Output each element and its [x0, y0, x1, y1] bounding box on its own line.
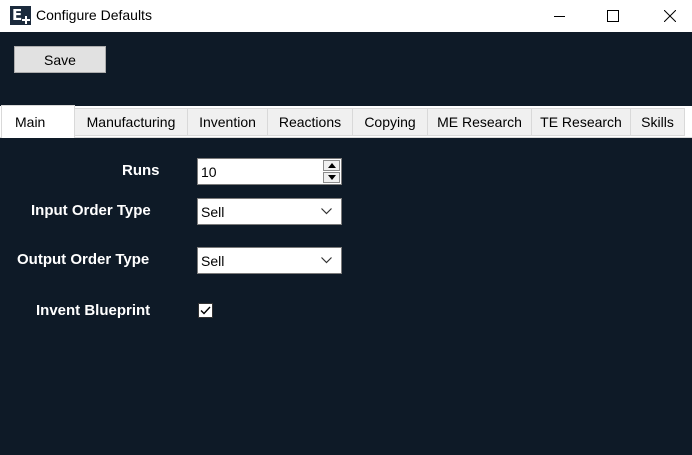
tab-invention[interactable]: Invention — [188, 108, 268, 136]
runs-label: Runs — [122, 162, 160, 179]
checkmark-icon — [200, 306, 211, 315]
tab-panel-border — [0, 137, 692, 138]
chevron-down-icon — [321, 257, 332, 264]
spin-up-button[interactable] — [323, 160, 340, 171]
input-order-type-select[interactable]: Sell — [197, 198, 342, 225]
input-order-type-label: Input Order Type — [31, 202, 151, 219]
minimize-button[interactable] — [537, 0, 583, 32]
output-order-type-label: Output Order Type — [17, 251, 150, 268]
app-logo-icon: E — [10, 6, 31, 25]
maximize-button[interactable] — [590, 0, 636, 32]
runs-value: 10 — [201, 164, 217, 180]
tab-skills[interactable]: Skills — [631, 108, 685, 136]
close-button[interactable] — [647, 0, 692, 32]
tab-te-research[interactable]: TE Research — [532, 108, 631, 136]
invent-blueprint-label: Invent Blueprint — [36, 302, 151, 319]
tab-manufacturing[interactable]: Manufacturing — [75, 108, 188, 136]
invent-blueprint-checkbox[interactable] — [198, 303, 213, 318]
chevron-down-icon — [321, 208, 332, 215]
minimize-icon — [554, 16, 565, 17]
maximize-icon — [607, 10, 619, 22]
runs-stepper[interactable]: 10 — [197, 158, 342, 185]
input-order-type-value: Sell — [201, 204, 225, 220]
output-order-type-value: Sell — [201, 253, 225, 269]
tab-copying[interactable]: Copying — [353, 108, 428, 136]
tab-reactions[interactable]: Reactions — [268, 108, 353, 136]
tab-me-research[interactable]: ME Research — [428, 108, 532, 136]
window-title: Configure Defaults — [36, 7, 152, 23]
output-order-type-select[interactable]: Sell — [197, 247, 342, 274]
triangle-down-icon — [327, 175, 336, 180]
save-button[interactable]: Save — [14, 46, 106, 73]
title-bar: E Configure Defaults — [0, 0, 692, 32]
spin-down-button[interactable] — [323, 172, 340, 183]
close-icon — [664, 10, 676, 22]
triangle-up-icon — [327, 163, 336, 168]
tab-main[interactable]: Main — [1, 105, 75, 138]
